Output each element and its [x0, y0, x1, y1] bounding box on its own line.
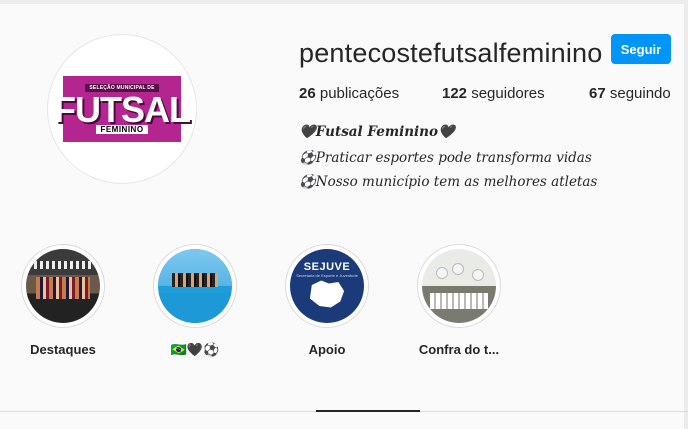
highlight-ring: SEJUVE Secretaria de Esporte e Juventude — [285, 244, 369, 328]
highlight-cover-image — [158, 249, 232, 323]
top-border — [0, 0, 688, 4]
profile-username: pentecostefutsalfeminino — [299, 38, 603, 68]
profile-avatar[interactable]: SELEÇÃO MUNICIPAL DE FUTSAL FEMININO — [47, 34, 197, 184]
futsal-logo: SELEÇÃO MUNICIPAL DE FUTSAL FEMININO — [54, 76, 191, 142]
highlight-confra[interactable]: Confra do t... — [417, 244, 501, 357]
sejuve-title: SEJUVE — [303, 261, 351, 273]
highlight-cover-image — [422, 249, 496, 323]
highlight-cover-image: SEJUVE Secretaria de Esporte e Juventude — [290, 249, 364, 323]
following-label: seguindo — [609, 85, 671, 102]
active-tab-indicator[interactable] — [316, 410, 420, 412]
posts-label: publicações — [319, 85, 400, 102]
followers-stat[interactable]: 122 seguidores — [442, 85, 545, 102]
highlight-cover-image — [26, 249, 100, 323]
following-count: 67 — [589, 85, 606, 102]
followers-label: seguidores — [471, 85, 545, 102]
following-stat[interactable]: 67 seguindo — [589, 85, 671, 102]
highlight-apoio[interactable]: SEJUVE Secretaria de Esporte e Juventude… — [285, 244, 369, 357]
scrollbar-track[interactable] — [684, 0, 688, 429]
highlight-ring — [21, 244, 105, 328]
follow-button[interactable]: Seguir — [611, 34, 671, 64]
highlight-ring — [417, 244, 501, 328]
map-icon — [309, 280, 345, 308]
highlight-ring — [153, 244, 237, 328]
highlight-brasil[interactable]: 🇧🇷🖤⚽ — [153, 244, 237, 357]
logo-sub-text: FEMININO — [96, 125, 148, 134]
bio-line: ⚽Praticar esportes pode transforma vidas — [299, 150, 592, 166]
posts-count: 26 — [299, 85, 316, 102]
sejuve-subtitle: Secretaria de Esporte e Juventude — [296, 273, 358, 278]
logo-main-text: FUTSAL — [54, 89, 191, 130]
highlight-label: Apoio — [308, 342, 346, 357]
followers-count: 122 — [442, 85, 468, 102]
bio-line: ⚽Nosso município tem as melhores atletas — [299, 174, 598, 190]
highlight-destaques[interactable]: Destaques — [21, 244, 105, 357]
bio-line: 🖤Futsal Feminino🖤 — [299, 124, 455, 140]
highlight-label: Destaques — [30, 342, 96, 357]
highlight-label: 🇧🇷🖤⚽ — [170, 342, 220, 357]
posts-stat: 26 publicações — [299, 85, 399, 102]
highlight-label: Confra do t... — [418, 342, 500, 357]
